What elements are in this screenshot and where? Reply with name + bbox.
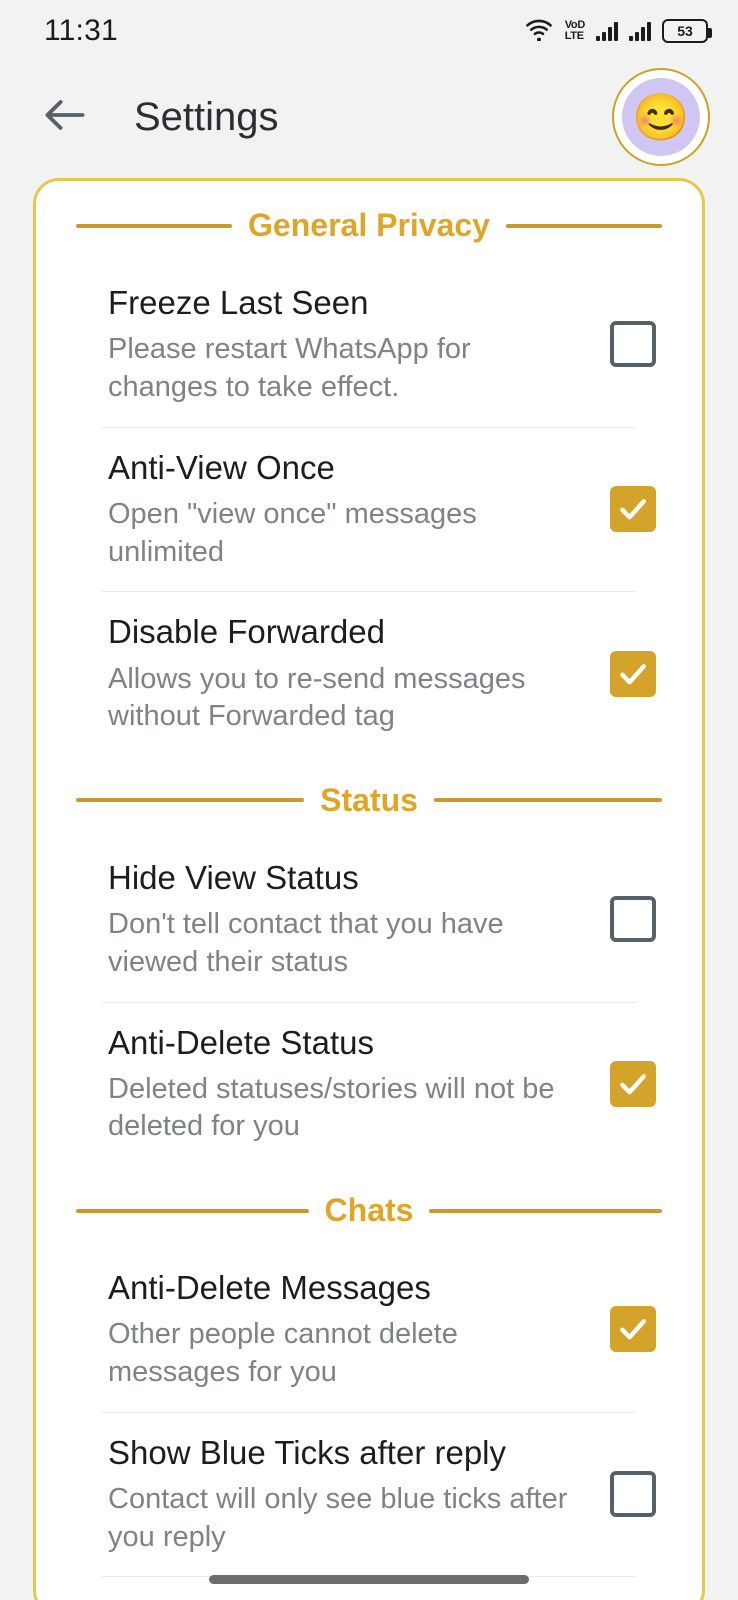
setting-title: Contacts bbox=[108, 1596, 632, 1600]
setting-row[interactable]: Anti-Delete Status Deleted statuses/stori… bbox=[36, 1001, 702, 1167]
section-divider-right bbox=[429, 1208, 662, 1213]
checkbox-unchecked[interactable] bbox=[610, 321, 656, 368]
setting-row[interactable]: Show Blue Ticks after reply Contact will … bbox=[36, 1411, 702, 1577]
section-label: General Privacy bbox=[248, 207, 490, 243]
nav-gesture-handle[interactable] bbox=[209, 1575, 529, 1584]
signal-bars-icon-2 bbox=[629, 21, 651, 41]
back-button[interactable] bbox=[36, 88, 94, 146]
checkbox-checked[interactable] bbox=[610, 485, 656, 532]
checkbox-unchecked[interactable] bbox=[610, 1471, 656, 1518]
checkbox-checked[interactable] bbox=[610, 650, 656, 697]
checkbox-checked[interactable] bbox=[610, 1306, 656, 1353]
section-divider-left bbox=[76, 798, 305, 803]
section-divider-right bbox=[505, 223, 662, 228]
signal-bars-icon-1 bbox=[596, 21, 618, 41]
setting-row-text: Anti-Delete Status Deleted statuses/stori… bbox=[108, 1022, 610, 1147]
app-bar: Settings 😊 bbox=[0, 62, 738, 172]
setting-title: Freeze Last Seen bbox=[108, 284, 369, 321]
setting-row-text: Anti-View Once Open "view once" messages … bbox=[108, 447, 610, 572]
setting-title: Show Blue Ticks after reply bbox=[108, 1433, 506, 1471]
volte-icon: VoD LTE bbox=[564, 20, 586, 42]
setting-subtitle: Open "view once" messages unlimited bbox=[108, 497, 477, 568]
setting-title: Hide View Status bbox=[108, 858, 359, 896]
phone-screen: 11:31 VoD LTE 53 Settings 😊 General Priv… bbox=[0, 0, 738, 1600]
setting-subtitle: Deleted statuses/stories will not be del… bbox=[108, 1072, 555, 1143]
setting-subtitle: Contact will only see blue ticks after y… bbox=[108, 1483, 568, 1553]
section-header: General Privacy bbox=[36, 181, 702, 262]
settings-card: General Privacy Freeze Last Seen Please re… bbox=[33, 178, 705, 1600]
status-bar: 11:31 VoD LTE 53 bbox=[0, 0, 738, 62]
setting-row[interactable]: Anti-Delete Messages Other people cannot … bbox=[36, 1247, 702, 1412]
setting-row[interactable]: Hide View Status Don't tell contact that … bbox=[36, 837, 702, 1002]
setting-row[interactable]: Disable Forwarded Allows you to re-send m… bbox=[36, 591, 702, 756]
checkbox-unchecked[interactable] bbox=[610, 896, 656, 943]
back-arrow-icon bbox=[41, 95, 89, 140]
setting-subtitle: Allows you to re-send messages without F… bbox=[108, 662, 526, 733]
section-label: Chats bbox=[324, 1192, 414, 1229]
section-header: Status bbox=[36, 756, 702, 837]
setting-subtitle: Please restart WhatsApp for changes to t… bbox=[108, 333, 471, 403]
section-header: Chats bbox=[36, 1166, 702, 1247]
setting-row[interactable]: Anti-View Once Open "view once" messages … bbox=[36, 426, 702, 592]
setting-row-text: Freeze Last Seen Please restart WhatsApp … bbox=[108, 282, 610, 407]
setting-row-text: Disable Forwarded Allows you to re-send m… bbox=[108, 611, 610, 736]
status-icons: VoD LTE 53 bbox=[524, 17, 712, 46]
battery-level: 53 bbox=[677, 23, 693, 39]
section-label: Status bbox=[320, 781, 418, 818]
setting-row-text: ContactsChange privacy settings bbox=[108, 1596, 656, 1600]
section-divider-left bbox=[76, 1208, 309, 1213]
setting-title: Anti-View Once bbox=[108, 448, 335, 486]
volte-line-2: LTE bbox=[564, 30, 584, 42]
setting-row-text: Show Blue Ticks after reply Contact will … bbox=[108, 1432, 610, 1557]
setting-row-text: Anti-Delete Messages Other people cannot … bbox=[108, 1267, 610, 1392]
avatar[interactable]: 😊 bbox=[612, 68, 710, 166]
checkbox-checked[interactable] bbox=[610, 1060, 656, 1107]
section-divider-right bbox=[433, 798, 663, 803]
avatar-background: 😊 bbox=[622, 78, 700, 156]
battery-icon: 53 bbox=[662, 19, 712, 43]
setting-title: Anti-Delete Status bbox=[108, 1023, 374, 1061]
avatar-emoji: 😊 bbox=[632, 91, 690, 143]
setting-title: Disable Forwarded bbox=[108, 613, 385, 651]
wifi-icon bbox=[524, 17, 554, 46]
section-divider-left bbox=[76, 223, 233, 228]
setting-subtitle: Don't tell contact that you have viewed … bbox=[108, 908, 504, 978]
page-title: Settings bbox=[134, 94, 279, 139]
setting-title: Anti-Delete Messages bbox=[108, 1269, 431, 1307]
settings-sections: General Privacy Freeze Last Seen Please re… bbox=[36, 181, 702, 1600]
setting-row[interactable]: Freeze Last Seen Please restart WhatsApp … bbox=[36, 262, 702, 427]
setting-subtitle: Other people cannot delete messages for … bbox=[108, 1318, 458, 1389]
setting-row-text: Hide View Status Don't tell contact that … bbox=[108, 857, 610, 982]
status-time: 11:31 bbox=[44, 14, 118, 47]
